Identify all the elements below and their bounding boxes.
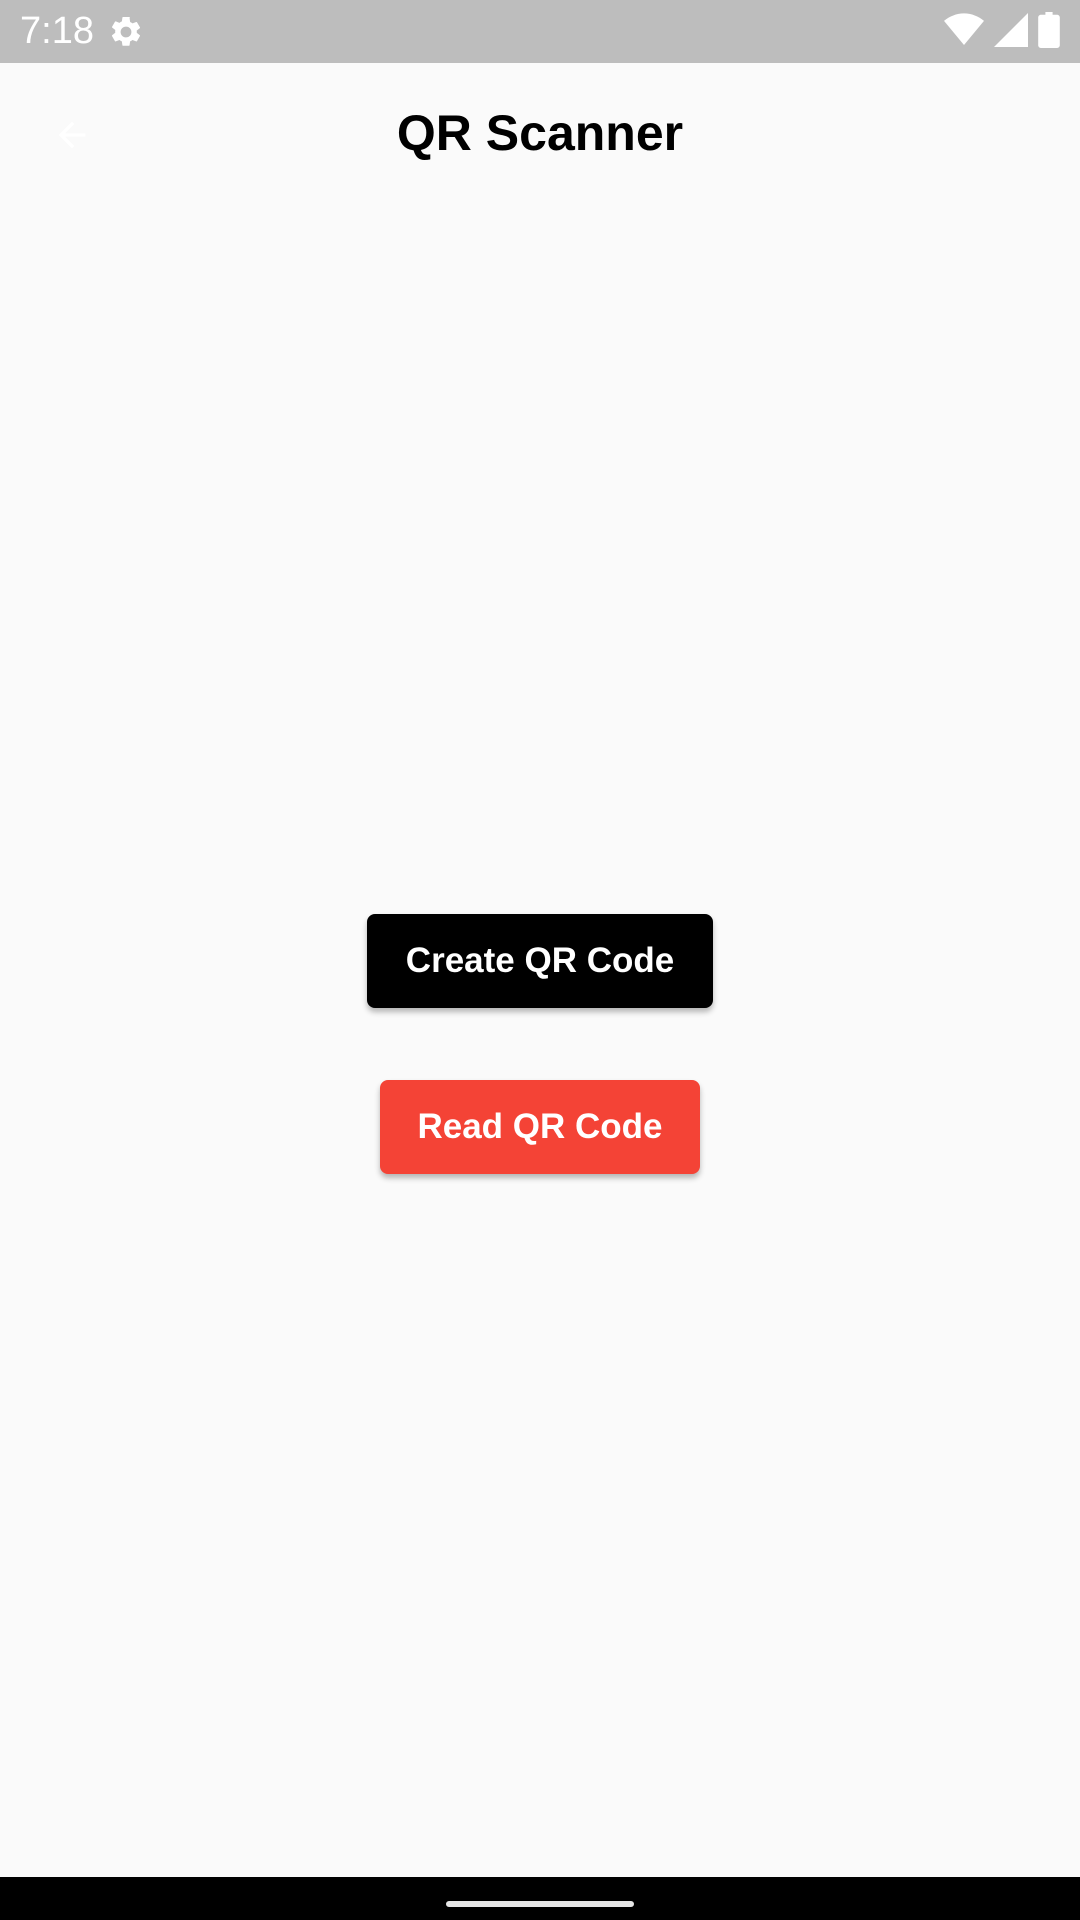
cell-signal-icon	[994, 12, 1028, 52]
wifi-icon	[944, 12, 984, 52]
navigation-bar	[0, 1877, 1080, 1920]
status-icons	[944, 11, 1060, 53]
home-gesture-handle[interactable]	[446, 1901, 634, 1907]
status-bar: 7:18	[0, 0, 1080, 63]
battery-icon	[1038, 11, 1060, 53]
page-title: QR Scanner	[396, 105, 684, 161]
status-time: 7:18	[20, 10, 94, 52]
create-qr-code-button[interactable]: Create QR Code	[367, 914, 713, 1008]
app-header: QR Scanner	[0, 63, 1080, 210]
read-qr-code-button[interactable]: Read QR Code	[380, 1080, 700, 1174]
screen: 7:18 QR Scanner Create QR Code Read QR C…	[0, 0, 1080, 1920]
gear-icon	[108, 14, 144, 50]
